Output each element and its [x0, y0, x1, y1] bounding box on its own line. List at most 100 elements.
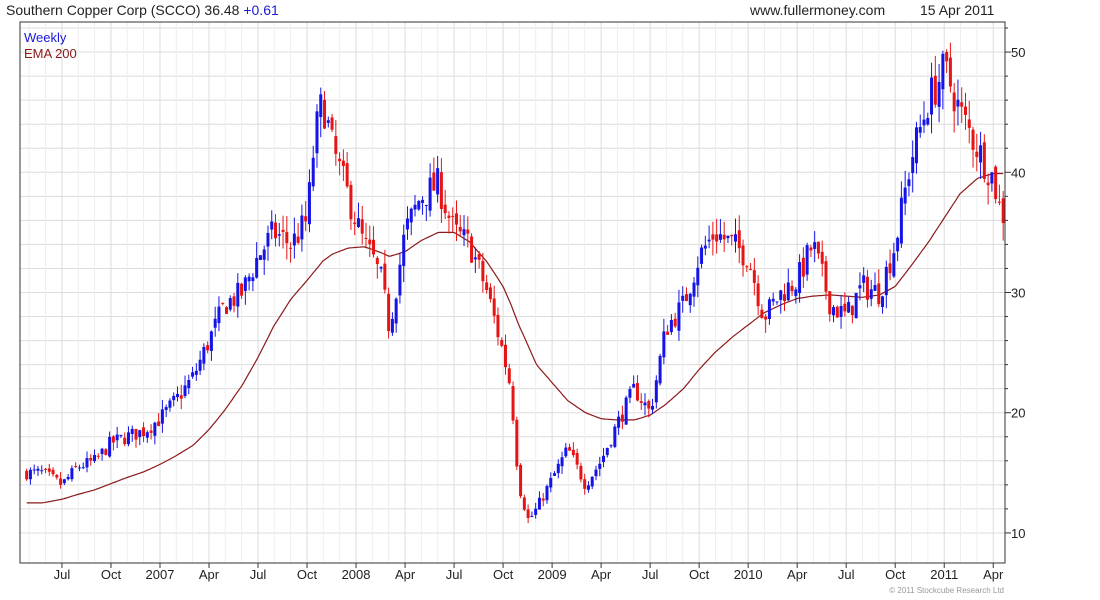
candle-body [157, 421, 161, 426]
candle-body [511, 386, 515, 421]
candle-body [96, 455, 100, 457]
candle-body [828, 291, 832, 315]
candle-body [952, 92, 956, 112]
candle-body [681, 295, 685, 301]
x-tick-label: Jul [54, 567, 71, 582]
candle-body [183, 385, 187, 397]
ema-line [26, 172, 1004, 504]
candle-body [888, 263, 892, 274]
candle-body [975, 151, 979, 158]
candle-body [809, 247, 813, 251]
candle-body [658, 355, 662, 384]
x-tick-label: Jul [250, 567, 267, 582]
candle-body [224, 307, 228, 314]
candle-body [805, 245, 809, 275]
candles-layer [25, 42, 1005, 524]
candle-body [997, 201, 1001, 203]
candle-body [488, 287, 492, 299]
candle-body [145, 432, 149, 438]
candle-body [786, 282, 790, 301]
candle-body [138, 430, 142, 438]
x-tick-label: Apr [983, 567, 1004, 582]
candle-body [319, 94, 323, 118]
x-tick-label: 2008 [342, 567, 371, 582]
candle-body [142, 427, 146, 437]
candle-body [104, 449, 108, 455]
candle-body [549, 478, 553, 488]
candle-body [733, 234, 737, 242]
candle-body [89, 458, 93, 461]
candle-body [285, 232, 289, 244]
candle-body [217, 306, 221, 324]
candle-body [126, 432, 130, 445]
candle-body [432, 172, 436, 191]
candle-body [571, 449, 575, 456]
candle-body [767, 299, 771, 319]
candle-body [25, 470, 29, 480]
candle-body [677, 302, 681, 331]
candle-body [816, 241, 820, 254]
x-tick-label: Oct [689, 567, 710, 582]
candle-body [360, 219, 364, 234]
candle-body [858, 285, 862, 289]
candle-body [247, 276, 251, 282]
candle-body [232, 296, 236, 306]
candle-body [417, 201, 421, 210]
candle-body [364, 237, 368, 239]
candle-body [115, 434, 119, 441]
candle-body [274, 222, 278, 239]
candle-body [477, 254, 481, 260]
candle-body [77, 467, 81, 469]
candle-body [892, 253, 896, 277]
candle-body [937, 81, 941, 107]
candle-body [164, 407, 168, 410]
x-tick-label: Oct [297, 567, 318, 582]
candle-body [338, 158, 342, 162]
y-axis: 10 20 30 40 50 [1005, 27, 1025, 541]
candle-body [81, 467, 85, 469]
candle-body [722, 234, 726, 240]
candle-body [307, 182, 311, 225]
candle-body [862, 275, 866, 283]
price-chart: 1020304050 Jul Oct 2007 Apr Jul Oct 2008 Apr Jul… [19, 21, 1025, 582]
y-tick-label: 10 [1011, 526, 1025, 541]
candle-body [624, 397, 628, 425]
candle-body [783, 294, 787, 301]
candle-body [982, 142, 986, 179]
candle-body [74, 466, 78, 468]
candle-body [55, 475, 59, 478]
candle-body [28, 469, 32, 480]
x-tick-label: Apr [199, 567, 220, 582]
candle-body [123, 437, 127, 445]
candle-body [379, 267, 383, 269]
candle-body [270, 221, 274, 230]
candle-body [956, 99, 960, 107]
y-tick-label: 50 [1011, 45, 1025, 60]
candle-body [1001, 198, 1005, 224]
candle-body [526, 509, 530, 519]
candle-body [696, 267, 700, 286]
candle-body [251, 277, 255, 282]
candle-body [44, 468, 48, 470]
candle-body [368, 239, 372, 245]
candle-body [243, 277, 247, 291]
candle-body [93, 454, 97, 462]
candle-body [605, 448, 609, 456]
candle-body [820, 251, 824, 264]
candle-body [470, 236, 474, 263]
x-tick-label: Oct [493, 567, 514, 582]
candle-body [590, 476, 594, 487]
candle-body [541, 498, 545, 501]
candle-body [326, 120, 330, 123]
candle-body [345, 163, 349, 187]
candle-body [726, 235, 730, 239]
candle-body [779, 290, 783, 300]
candle-body [262, 249, 266, 260]
candle-body [873, 285, 877, 291]
candle-body [896, 237, 900, 252]
candle-body [47, 468, 51, 472]
candle-body [553, 473, 557, 476]
x-tick-label: Jul [838, 567, 855, 582]
candle-body [639, 401, 643, 403]
candle-body [289, 247, 293, 249]
